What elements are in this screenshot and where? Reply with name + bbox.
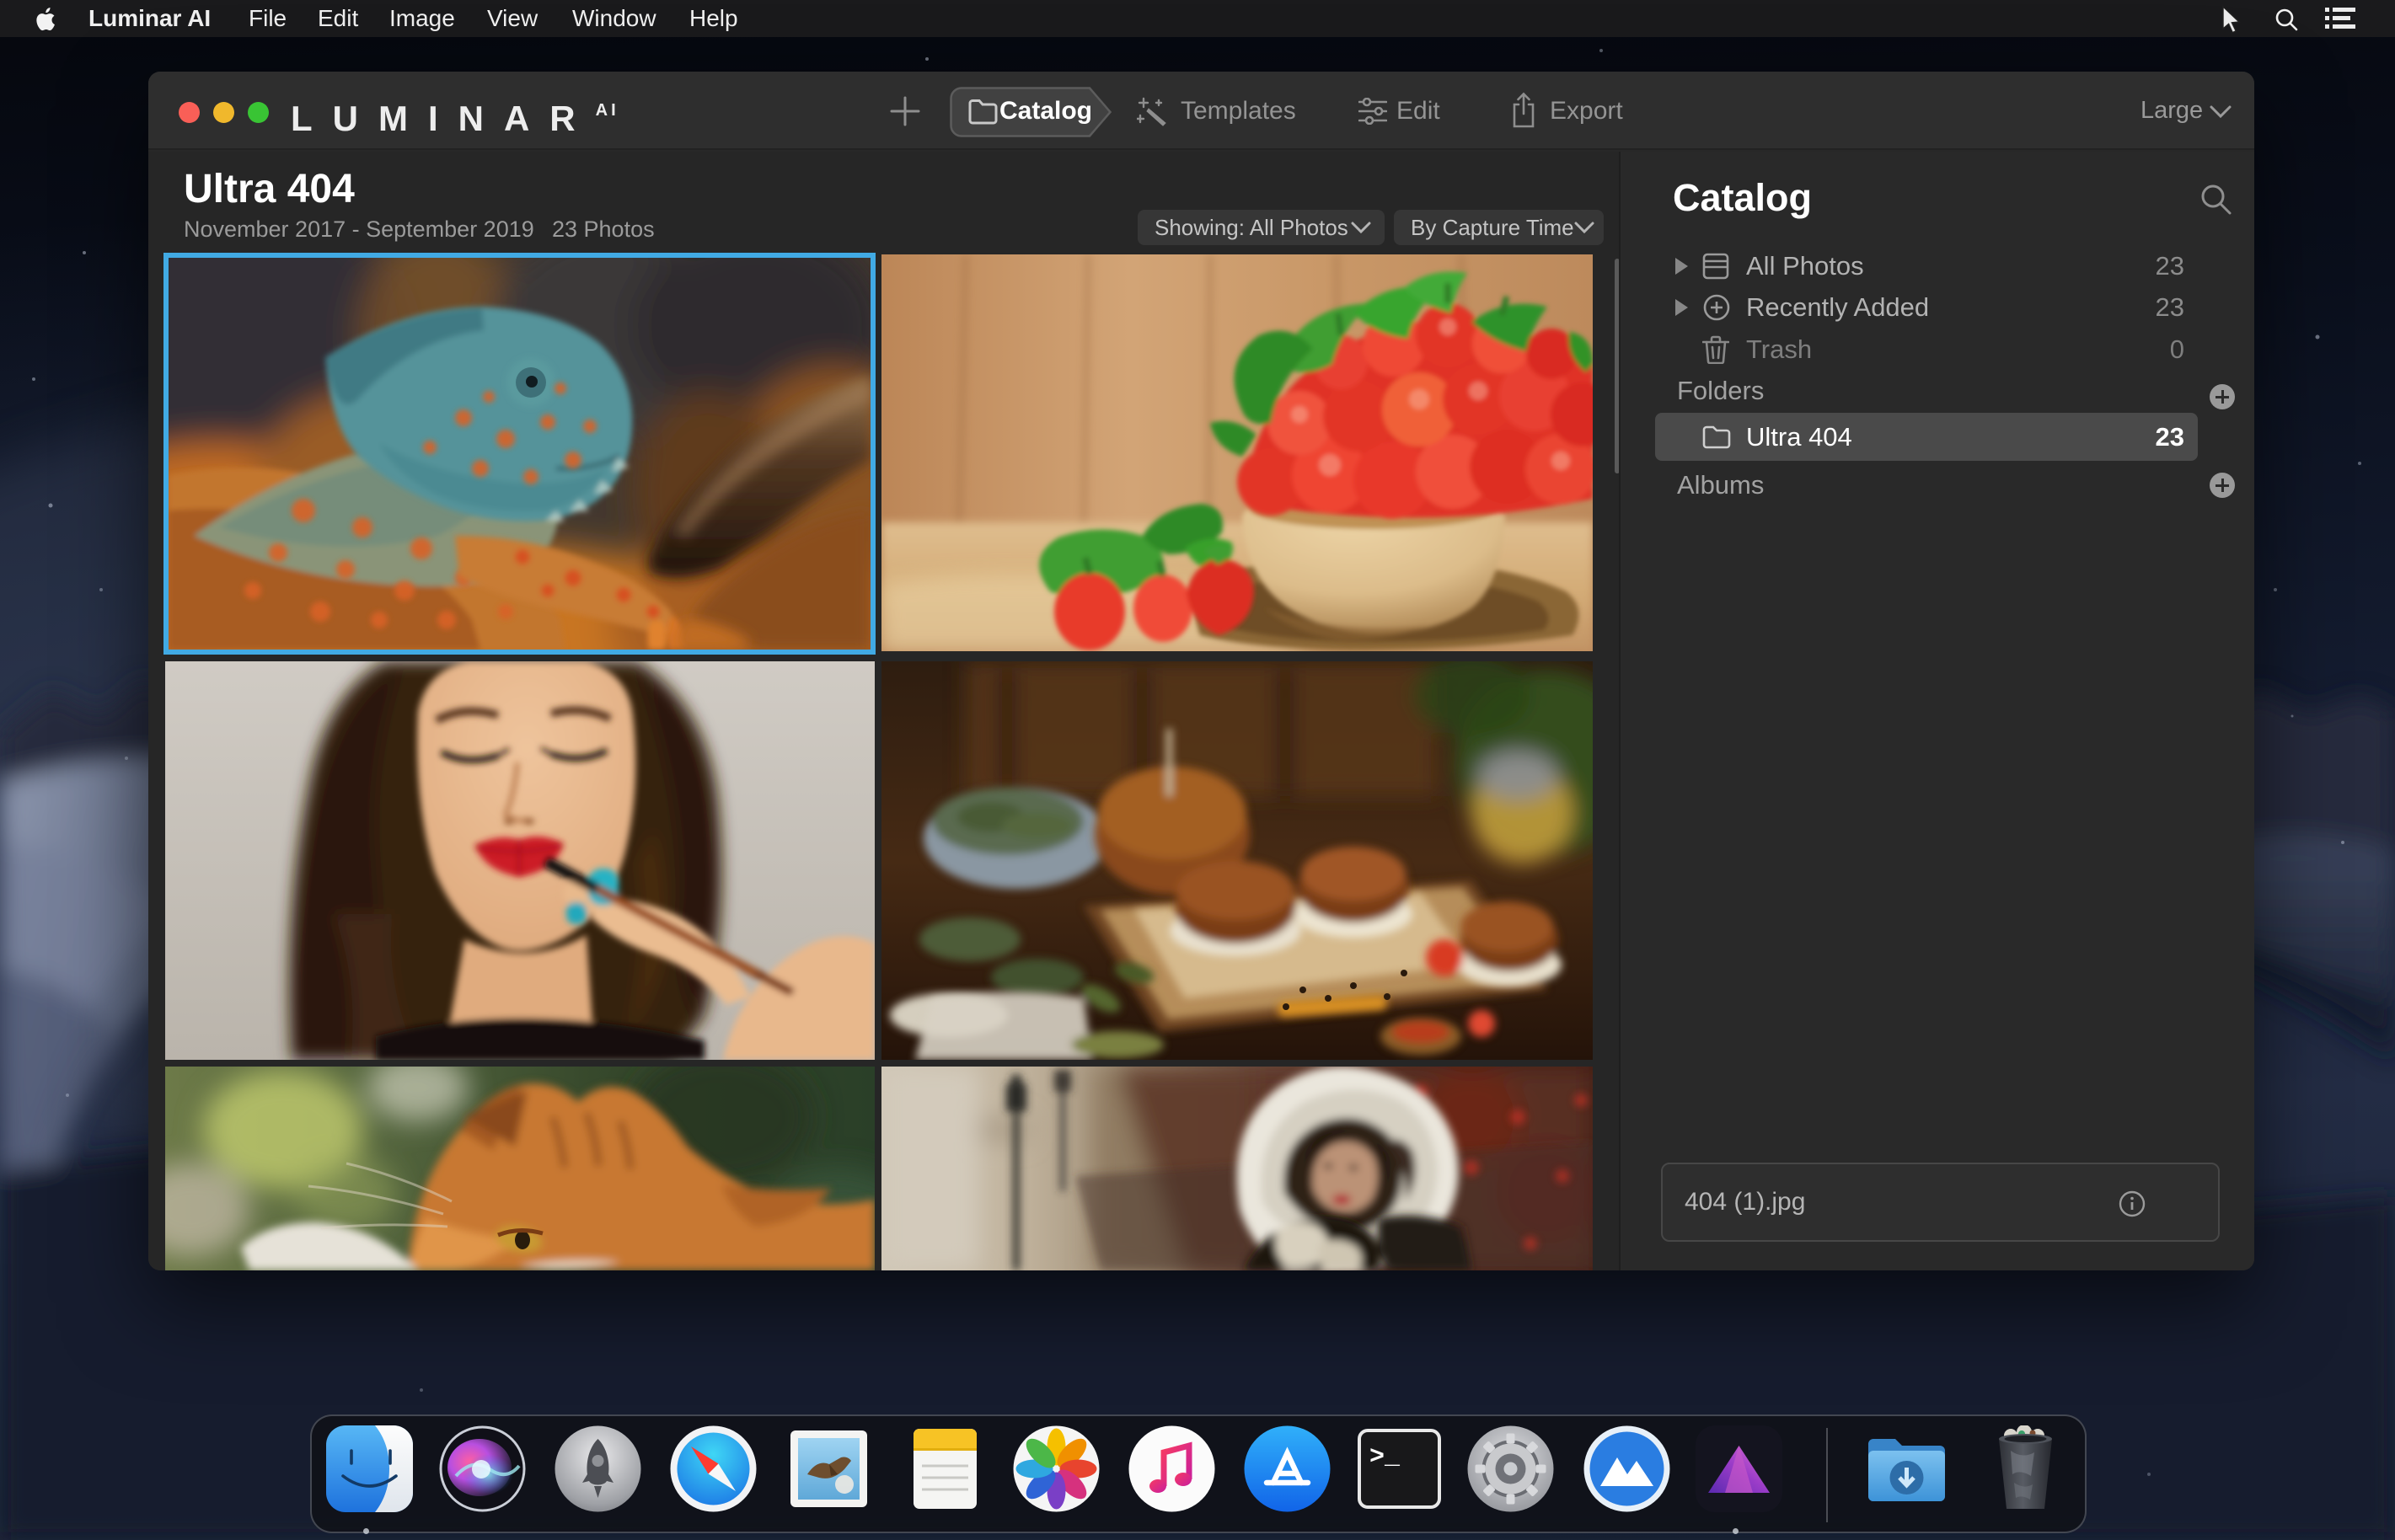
svg-text:>_: >_ xyxy=(1369,1443,1401,1472)
